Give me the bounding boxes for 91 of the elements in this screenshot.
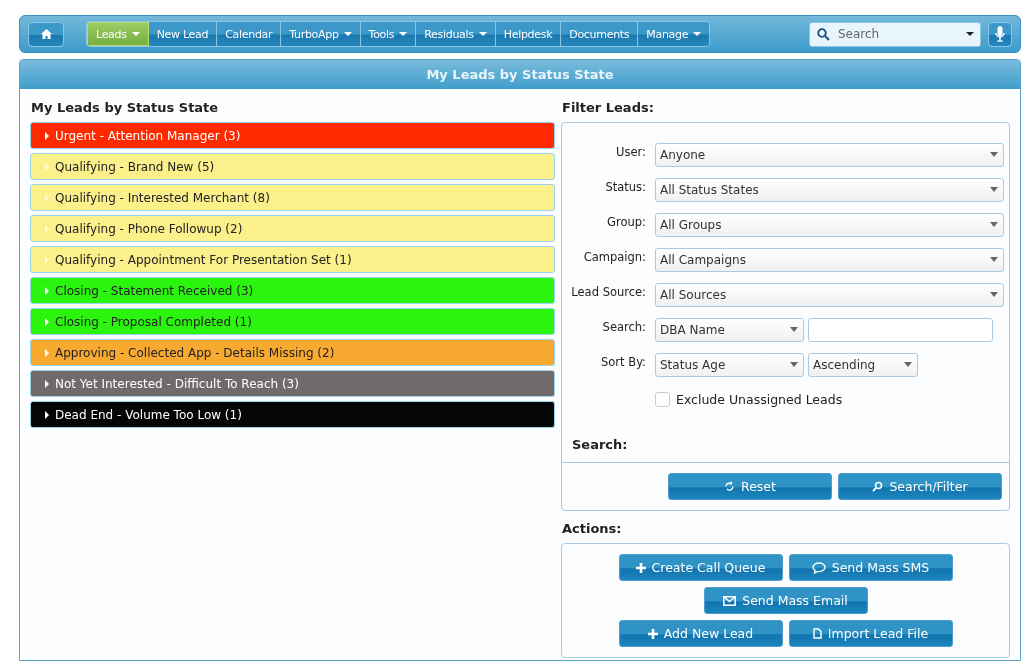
status-label: Not Yet Interested - Difficult To Reach (3)	[55, 376, 299, 391]
caret-icon	[45, 193, 49, 202]
field-label: Group:	[606, 215, 647, 229]
home-button[interactable]	[28, 21, 64, 47]
select-field[interactable]: All Campaigns	[655, 247, 1004, 272]
caret-icon	[45, 317, 49, 326]
status-row[interactable]: Approving - Collected App - Details Missing (2)	[30, 339, 555, 366]
nav-tab[interactable]: Residuals	[416, 22, 496, 46]
chat-bubble-icon	[811, 561, 826, 574]
caret-icon	[990, 292, 998, 297]
microphone-button[interactable]	[988, 21, 1012, 47]
status-row[interactable]: Closing - Statement Received (3)	[30, 277, 555, 304]
status-row[interactable]: Qualifying - Interested Merchant (8)	[30, 184, 555, 211]
caret-icon	[966, 32, 974, 36]
caret-icon	[990, 222, 998, 227]
checkbox[interactable]	[655, 392, 670, 407]
section-heading: My Leads by Status State	[30, 99, 220, 117]
caret-icon	[790, 327, 798, 332]
nav-tab[interactable]: Tools	[360, 22, 417, 46]
nav-tab[interactable]: New Lead	[148, 22, 218, 46]
nav-tab[interactable]: Calendar	[217, 22, 282, 46]
nav-tab[interactable]: TurboApp	[281, 22, 361, 46]
home-icon	[40, 29, 52, 39]
search-input[interactable]	[808, 317, 993, 342]
field-label: User:	[615, 145, 647, 159]
checkbox-label: Exclude Unassigned Leads	[676, 392, 843, 407]
caret-icon	[45, 286, 49, 295]
section-heading: Actions:	[561, 520, 623, 538]
status-row[interactable]: Qualifying - Appointment For Presentation Set (1)	[30, 246, 555, 273]
filter-button[interactable]: Reset	[668, 473, 832, 500]
refresh-icon	[724, 481, 736, 492]
caret-icon	[904, 362, 912, 367]
filter-button[interactable]: Search/Filter	[838, 473, 1002, 500]
caret-icon	[45, 255, 49, 264]
envelope-icon	[723, 595, 737, 606]
caret-icon	[790, 362, 798, 367]
caret-icon	[45, 131, 49, 140]
action-button[interactable]: Import Lead File	[788, 620, 953, 647]
search-icon	[872, 481, 884, 492]
select-field[interactable]: All Status States	[655, 177, 1004, 202]
status-row[interactable]: Qualifying - Phone Followup (2)	[30, 215, 555, 242]
search-field[interactable]: Search	[809, 21, 981, 47]
select-field[interactable]: Ascending	[808, 352, 918, 377]
action-button[interactable]: Create Call Queue	[618, 554, 783, 581]
status-label: Dead End - Volume Too Low (1)	[55, 407, 242, 422]
select-field[interactable]: All Groups	[655, 212, 1004, 237]
caret-icon	[45, 162, 49, 171]
status-label: Qualifying - Phone Followup (2)	[55, 221, 243, 236]
caret-icon	[45, 379, 49, 388]
nav-tab[interactable]: Helpdesk	[495, 22, 562, 46]
action-button[interactable]: Send Mass SMS	[788, 554, 953, 581]
select-field[interactable]: All Sources	[655, 282, 1004, 307]
status-row[interactable]: Not Yet Interested - Difficult To Reach (3)	[30, 370, 555, 397]
field-label: Lead Source:	[570, 285, 647, 299]
status-row[interactable]: Dead End - Volume Too Low (1)	[30, 401, 555, 428]
select-field[interactable]: Status Age	[655, 352, 804, 377]
status-row[interactable]: Qualifying - Brand New (5)	[30, 153, 555, 180]
action-button[interactable]: Send Mass Email	[703, 587, 868, 614]
status-row[interactable]: Closing - Proposal Completed (1)	[30, 308, 555, 335]
select-field[interactable]: Anyone	[655, 142, 1004, 167]
section-heading: Search:	[562, 417, 1009, 463]
status-label: Approving - Collected App - Details Missing (2)	[55, 345, 335, 360]
action-button[interactable]: Add New Lead	[618, 620, 783, 647]
caret-icon	[990, 257, 998, 262]
microphone-icon	[995, 26, 1005, 42]
caret-icon	[45, 410, 49, 419]
field-label: Status:	[604, 180, 647, 194]
panel-title: My Leads by Status State	[20, 60, 1020, 89]
file-icon	[812, 628, 822, 639]
plus-icon	[647, 628, 658, 639]
field-label: Search:	[601, 320, 647, 334]
nav-tab[interactable]: Manage	[638, 22, 710, 46]
section-heading: Filter Leads:	[561, 99, 655, 117]
caret-icon	[45, 348, 49, 357]
search-icon	[817, 27, 830, 41]
caret-icon	[45, 224, 49, 233]
status-label: Closing - Statement Received (3)	[55, 283, 254, 298]
status-label: Urgent - Attention Manager (3)	[55, 128, 241, 143]
caret-icon	[990, 152, 998, 157]
field-label: Sort By:	[600, 355, 647, 369]
plus-icon	[635, 562, 646, 573]
status-label: Closing - Proposal Completed (1)	[55, 314, 252, 329]
search-input[interactable]: Search	[836, 26, 960, 42]
status-label: Qualifying - Brand New (5)	[55, 159, 215, 174]
status-label: Qualifying - Interested Merchant (8)	[55, 190, 270, 205]
field-label: Campaign:	[582, 250, 647, 264]
status-label: Qualifying - Appointment For Presentation Set (1)	[55, 252, 352, 267]
nav-tab[interactable]: Documents	[561, 22, 639, 46]
status-row[interactable]: Urgent - Attention Manager (3)	[30, 122, 555, 149]
caret-icon	[990, 187, 998, 192]
select-field[interactable]: DBA Name	[655, 317, 804, 342]
